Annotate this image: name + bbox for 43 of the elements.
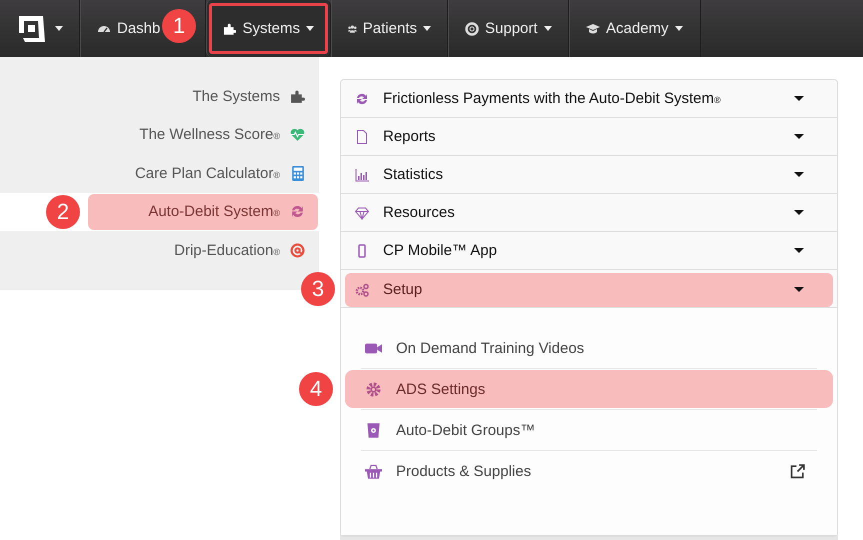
caret-icon[interactable] — [54, 26, 62, 31]
caret-icon — [794, 134, 804, 139]
submenu-item[interactable]: On Demand Training Videos — [361, 328, 817, 368]
logo-icon[interactable] — [16, 14, 46, 44]
gear-icon — [365, 380, 382, 398]
lifebuoy-icon — [465, 22, 479, 36]
heartbeat-icon — [290, 127, 305, 142]
diamond-icon — [355, 206, 369, 220]
submenu-item[interactable]: Products & Supplies — [361, 451, 817, 491]
caret-icon — [794, 287, 804, 292]
refresh-icon — [290, 204, 305, 220]
caret-icon — [794, 248, 804, 253]
nav-menu-item[interactable]: Patients — [331, 0, 448, 57]
accordion-header[interactable]: Setup — [345, 272, 833, 306]
nav-menu-item[interactable]: Support — [448, 0, 569, 57]
sidebar-item[interactable]: The Systems — [88, 78, 318, 114]
submenu-item[interactable]: ADS Settings — [345, 370, 833, 408]
nav-menu-item[interactable]: Systems — [206, 0, 331, 57]
graduation-cap-icon — [586, 22, 600, 36]
accordion-header[interactable]: Statistics — [341, 156, 837, 193]
step-number-badge: 4 — [299, 372, 333, 406]
accordion-header[interactable]: CP Mobile™ App — [341, 232, 837, 269]
puzzle-icon — [290, 88, 305, 104]
cup-icon — [365, 422, 382, 438]
shopping-basket-icon — [365, 462, 382, 480]
at-sign-icon — [290, 242, 305, 258]
step-number-badge: 1 — [162, 9, 196, 43]
nav-menu-item[interactable]: Academy — [569, 0, 701, 57]
calculator-icon — [290, 166, 305, 181]
bar-chart-icon — [355, 168, 369, 182]
puzzle-icon — [223, 22, 236, 36]
gears-icon — [355, 282, 369, 296]
submenu-item[interactable]: Auto-Debit Groups™ — [361, 410, 817, 450]
step-number-badge: 3 — [301, 272, 335, 306]
refresh-icon — [355, 92, 369, 106]
document-icon — [355, 130, 369, 144]
caret-icon — [794, 210, 804, 215]
caret-icon — [794, 172, 804, 177]
accordion-header[interactable]: Reports — [341, 118, 837, 155]
step-number-badge: 2 — [46, 194, 80, 228]
accordion-header[interactable]: Resources — [341, 194, 837, 231]
caret-icon — [794, 96, 804, 101]
external-link-icon[interactable] — [790, 464, 805, 478]
